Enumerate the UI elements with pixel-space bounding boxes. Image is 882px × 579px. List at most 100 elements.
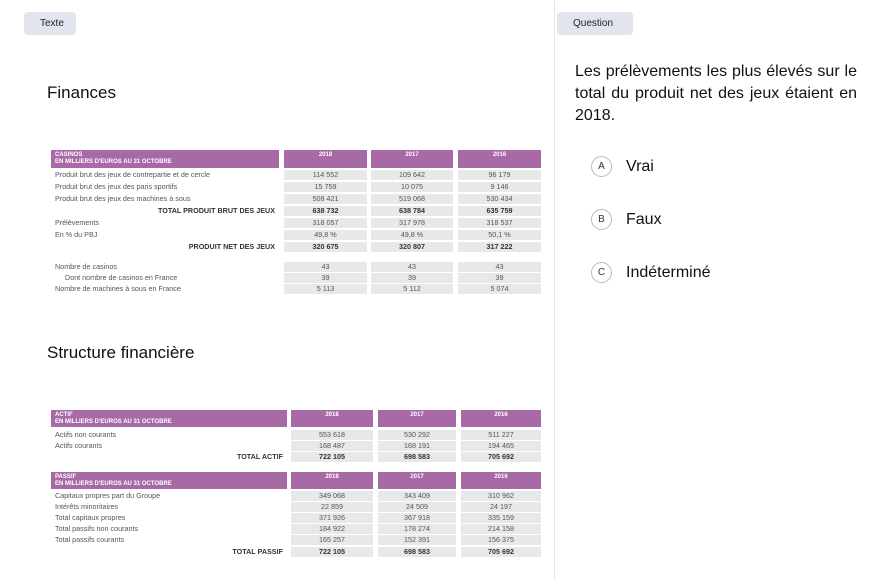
passif-year-header: 2018	[291, 472, 373, 489]
row-label: Actifs non courants	[55, 430, 117, 439]
row-label: TOTAL PRODUIT BRUT DES JEUX	[157, 206, 275, 215]
cell-value: 320 675	[284, 242, 367, 252]
row-label: Produit brut des jeux des machines à sou…	[55, 194, 191, 203]
row-label: Nombre de machines à sous en France	[55, 284, 181, 293]
cell-value: 43	[371, 262, 453, 272]
table-row: Actifs courants 168 487 168 191 194 465	[51, 441, 541, 451]
table-row: Capitaux propres part du Groupe 349 068 …	[51, 491, 541, 501]
actif-header-title: ACTIF	[55, 412, 73, 418]
cell-value: 317 222	[458, 242, 541, 252]
cell-value: 371 926	[291, 513, 373, 523]
cell-value: 698 583	[378, 452, 456, 462]
cell-value: 722 105	[291, 452, 373, 462]
row-label: Produit brut des jeux de contrepartie et…	[55, 170, 211, 179]
cell-value: 530 434	[458, 194, 541, 204]
cell-value: 530 292	[378, 430, 456, 440]
cell-value: 335 159	[461, 513, 541, 523]
table-row: Nombre de machines à sous en France 5 11…	[51, 284, 541, 294]
casinos-year-header: 2016	[458, 150, 541, 168]
table-row: Dont nombre de casinos en France 39 39 3…	[51, 273, 541, 283]
cell-value: 168 191	[378, 441, 456, 451]
table-row: Intérêts minoritaires 22 859 24 509 24 1…	[51, 502, 541, 512]
cell-value: 9 146	[458, 182, 541, 192]
passif-header-subtitle: EN MILLIERS D'EUROS AU 31 OCTOBRE	[55, 481, 172, 487]
cell-value: 22 859	[291, 502, 373, 512]
cell-value: 705 692	[461, 452, 541, 462]
cell-value: 178 274	[378, 524, 456, 534]
cell-value: 318 057	[284, 218, 367, 228]
cell-value: 508 421	[284, 194, 367, 204]
cell-value: 49,8 %	[284, 230, 367, 240]
cell-value: 511 227	[461, 430, 541, 440]
option-c-label[interactable]: Indéterminé	[626, 262, 711, 283]
actif-header-subtitle: EN MILLIERS D'EUROS AU 31 OCTOBRE	[55, 419, 172, 425]
cell-value: 10 075	[371, 182, 453, 192]
row-label: Produit brut des jeux des paris sportifs	[55, 182, 178, 191]
row-label: Total capitaux propres	[55, 513, 126, 522]
cell-value: 96 179	[458, 170, 541, 180]
cell-value: 194 465	[461, 441, 541, 451]
cell-value: 109 642	[371, 170, 453, 180]
cell-value: 519 068	[371, 194, 453, 204]
cell-value: 5 112	[371, 284, 453, 294]
cell-value: 343 409	[378, 491, 456, 501]
cell-value: 165 257	[291, 535, 373, 545]
option-b-letter-circle[interactable]: B	[591, 209, 612, 230]
cell-value: 43	[284, 262, 367, 272]
passif-table: PASSIF EN MILLIERS D'EUROS AU 31 OCTOBRE …	[51, 472, 541, 558]
option-a-label[interactable]: Vrai	[626, 156, 654, 177]
cell-value: 317 978	[371, 218, 453, 228]
cell-value: 553 618	[291, 430, 373, 440]
cell-value: 5 074	[458, 284, 541, 294]
actif-year-header: 2018	[291, 410, 373, 427]
actif-year-header: 2017	[378, 410, 456, 427]
tab-texte[interactable]: Texte	[24, 12, 76, 35]
cell-value: 15 759	[284, 182, 367, 192]
cell-value: 638 732	[284, 206, 367, 216]
option-b-label[interactable]: Faux	[626, 209, 662, 230]
table-row: TOTAL ACTIF 722 105 698 583 705 692	[51, 452, 541, 462]
row-label: En % du PBJ	[55, 230, 98, 239]
row-label: PRODUIT NET DES JEUX	[188, 242, 275, 251]
table-row: Produit brut des jeux de contrepartie et…	[51, 170, 541, 180]
table-row: Actifs non courants 553 618 530 292 511 …	[51, 430, 541, 440]
actif-table: ACTIF EN MILLIERS D'EUROS AU 31 OCTOBRE 2…	[51, 410, 541, 462]
casinos-year-header: 2018	[284, 150, 367, 168]
table-row: PRODUIT NET DES JEUX 320 675 320 807 317…	[51, 242, 541, 252]
cell-value: 320 807	[371, 242, 453, 252]
row-label: Capitaux propres part du Groupe	[55, 491, 161, 500]
passif-year-header: 2017	[378, 472, 456, 489]
cell-value: 705 692	[461, 547, 541, 557]
table-row: Total passifs courants 165 257 152 391 1…	[51, 535, 541, 545]
cell-value: 43	[458, 262, 541, 272]
table-row: Total passifs non courants 184 922 178 2…	[51, 524, 541, 534]
passif-header-title: PASSIF	[55, 474, 77, 480]
option-c-letter-circle[interactable]: C	[591, 262, 612, 283]
casinos-table-header: CASINOS EN MILLIERS D'EUROS AU 31 OCTOBRE	[51, 150, 279, 168]
row-label: TOTAL PASSIF	[232, 547, 283, 556]
cell-value: 698 583	[378, 547, 456, 557]
row-label: Nombre de casinos	[55, 262, 117, 271]
passif-year-header: 2016	[461, 472, 541, 489]
table-row: Nombre de casinos 43 43 43	[51, 262, 541, 272]
tab-question[interactable]: Question	[557, 12, 633, 35]
heading-finances: Finances	[47, 83, 116, 102]
cell-value: 722 105	[291, 547, 373, 557]
option-a-letter-circle[interactable]: A	[591, 156, 612, 177]
cell-value: 50,1 %	[458, 230, 541, 240]
cell-value: 5 113	[284, 284, 367, 294]
cell-value: 49,8 %	[371, 230, 453, 240]
actif-year-header: 2016	[461, 410, 541, 427]
table-row: En % du PBJ 49,8 % 49,8 % 50,1 %	[51, 230, 541, 240]
row-label: Dont nombre de casinos en France	[65, 273, 178, 282]
table-row: Total capitaux propres 371 926 367 918 3…	[51, 513, 541, 523]
table-row: TOTAL PRODUIT BRUT DES JEUX 638 732 638 …	[51, 206, 541, 216]
cell-value: 114 552	[284, 170, 367, 180]
cell-value: 638 784	[371, 206, 453, 216]
actif-table-header: ACTIF EN MILLIERS D'EUROS AU 31 OCTOBRE	[51, 410, 287, 427]
table-row: Prélèvements 318 057 317 978 318 537	[51, 218, 541, 228]
question-text: Les prélèvements les plus élevés sur le …	[575, 63, 857, 124]
cell-value: 39	[371, 273, 453, 283]
heading-structure: Structure financière	[47, 343, 195, 362]
casinos-table: CASINOS EN MILLIERS D'EUROS AU 31 OCTOBRE…	[51, 150, 541, 295]
